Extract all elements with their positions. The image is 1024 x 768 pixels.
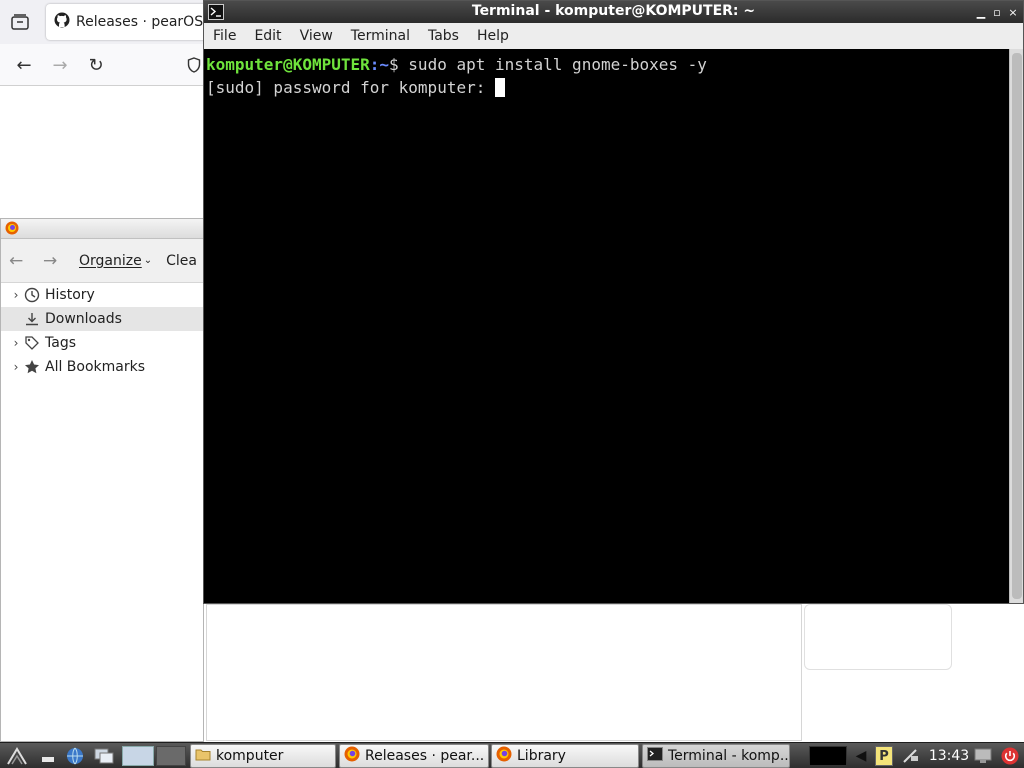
workspace-2[interactable]	[156, 746, 186, 766]
page-content-card	[804, 604, 952, 670]
chevron-right-icon[interactable]: ›	[9, 360, 23, 374]
power-icon[interactable]	[1000, 746, 1020, 766]
prompt-path: :~	[369, 55, 390, 74]
firefox-icon	[496, 746, 512, 766]
scrollbar-thumb[interactable]	[1012, 53, 1022, 599]
library-window: ← → Organize ⌄ Clea › History Downloads …	[0, 218, 204, 742]
taskbar-item-label: Terminal - komp...	[668, 748, 790, 764]
taskbar-item-label: Releases · pear...	[365, 748, 485, 764]
firefox-icon	[5, 221, 19, 239]
password-prompt: [sudo] password for komputer:	[206, 78, 495, 97]
command-line: komputer@KOMPUTER:~$ sudo apt install gn…	[206, 53, 1007, 76]
clear-button[interactable]: Clea	[166, 253, 197, 269]
terminal-icon	[647, 746, 663, 766]
clipboard-manager-icon[interactable]: P	[875, 746, 893, 766]
library-item-history[interactable]: › History	[1, 283, 203, 307]
web-browser-launcher-icon[interactable]	[64, 746, 86, 766]
library-forward-icon[interactable]: →	[43, 251, 65, 271]
display-settings-icon[interactable]	[973, 746, 993, 766]
terminal-window: Terminal - komputer@KOMPUTER: ~ ▁ ▫ × Fi…	[203, 0, 1024, 604]
organize-label: Organize	[79, 252, 142, 269]
taskbar: komputer Releases · pear... Library Term…	[0, 742, 1024, 768]
terminal-titlebar[interactable]: Terminal - komputer@KOMPUTER: ~ ▁ ▫ ×	[204, 1, 1023, 23]
close-icon[interactable]: ×	[1006, 5, 1020, 19]
taskbar-item-label: komputer	[216, 748, 284, 764]
tag-icon	[23, 334, 41, 352]
menu-edit[interactable]: Edit	[245, 28, 290, 44]
taskbar-item-label: Library	[517, 748, 566, 764]
library-item-label: All Bookmarks	[45, 359, 146, 375]
terminal-menubar: File Edit View Terminal Tabs Help	[204, 23, 1023, 49]
browser-tab-title: Releases · pearOS-	[76, 14, 209, 30]
app-menu-icon[interactable]	[4, 746, 30, 766]
taskbar-item-terminal[interactable]: Terminal - komp...	[642, 744, 790, 768]
library-item-label: Tags	[45, 335, 76, 351]
firefox-icon	[344, 746, 360, 766]
library-titlebar	[1, 219, 203, 239]
minimize-icon[interactable]: ▁	[974, 5, 988, 19]
command-text: sudo apt install gnome-boxes -y	[408, 55, 707, 74]
workspace-1[interactable]	[122, 746, 154, 766]
page-content-panel	[206, 604, 802, 741]
menu-view[interactable]: View	[291, 28, 342, 44]
taskbar-item-komputer[interactable]: komputer	[190, 744, 336, 768]
chevron-right-icon[interactable]: ›	[9, 288, 23, 302]
download-icon	[23, 310, 41, 328]
tab-list-icon[interactable]	[4, 8, 36, 36]
library-item-label: History	[45, 287, 95, 303]
text-cursor	[494, 78, 505, 97]
terminal-scrollbar[interactable]	[1009, 49, 1023, 603]
back-icon[interactable]: ←	[10, 51, 38, 79]
library-item-downloads[interactable]: Downloads	[1, 307, 203, 331]
taskbar-item-library[interactable]: Library	[491, 744, 639, 768]
minimize-all-icon[interactable]	[38, 746, 58, 766]
library-back-icon[interactable]: ←	[9, 251, 31, 271]
menu-tabs[interactable]: Tabs	[419, 28, 468, 44]
terminal-screen[interactable]: komputer@KOMPUTER:~$ sudo apt install gn…	[204, 49, 1009, 603]
network-icon[interactable]	[900, 746, 922, 766]
cpu-monitor	[809, 746, 847, 766]
menu-help[interactable]: Help	[468, 28, 518, 44]
github-icon	[54, 12, 70, 32]
menu-terminal[interactable]: Terminal	[342, 28, 419, 44]
menu-file[interactable]: File	[204, 28, 245, 44]
folder-icon	[195, 746, 211, 766]
library-toolbar: ← → Organize ⌄ Clea	[1, 239, 203, 283]
window-title: Terminal - komputer@KOMPUTER: ~	[471, 3, 756, 19]
output-line: [sudo] password for komputer:	[206, 76, 1007, 99]
reload-icon[interactable]: ↻	[82, 51, 110, 79]
clock-icon	[23, 286, 41, 304]
organize-button[interactable]: Organize ⌄	[79, 253, 152, 269]
prompt-symbol: $	[389, 55, 409, 74]
prompt-user: komputer@KOMPUTER	[206, 55, 370, 74]
browser-tab[interactable]: Releases · pearOS-	[46, 4, 216, 40]
taskbar-item-releases[interactable]: Releases · pear...	[339, 744, 489, 768]
chevron-down-icon: ⌄	[143, 255, 153, 266]
window-switcher-icon[interactable]	[92, 746, 116, 766]
clock[interactable]: 13:43	[928, 746, 970, 766]
star-icon	[23, 358, 41, 376]
volume-icon[interactable]: ◀	[850, 746, 872, 766]
chevron-right-icon[interactable]: ›	[9, 336, 23, 350]
forward-icon[interactable]: →	[46, 51, 74, 79]
library-item-tags[interactable]: › Tags	[1, 331, 203, 355]
library-item-all-bookmarks[interactable]: › All Bookmarks	[1, 355, 203, 379]
library-item-label: Downloads	[45, 311, 122, 327]
maximize-icon[interactable]: ▫	[990, 5, 1004, 19]
